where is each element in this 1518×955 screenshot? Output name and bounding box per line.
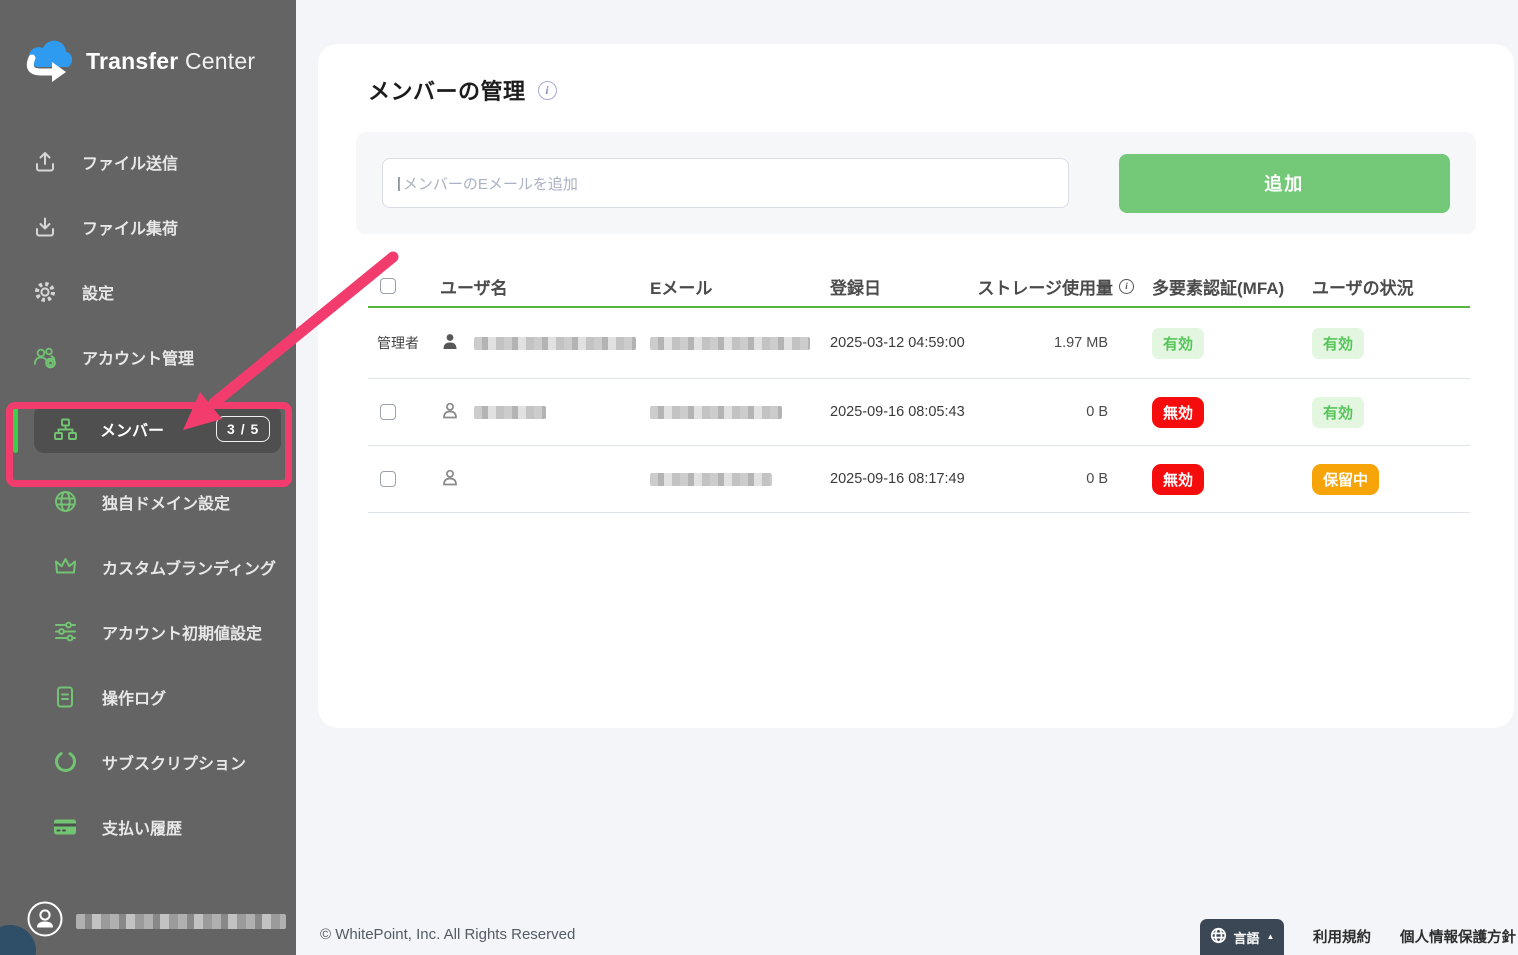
table-header-row: ユーザ名 Eメール 登録日 ストレージ使用量 多要素認証(MFA) ユーザの状況 (368, 266, 1470, 308)
download-icon (32, 214, 58, 240)
col-registered: 登録日 (830, 274, 970, 299)
select-all-checkbox[interactable] (380, 278, 396, 294)
copyright-text: © WhitePoint, Inc. All Rights Reserved (320, 926, 575, 943)
mfa-badge: 有効 (1152, 328, 1204, 359)
sidebar-item-label: カスタムブランディング (102, 555, 276, 579)
table-row-admin: 管理者 2025-03-12 04:59:00 1.97 MB 有効 有効 (368, 308, 1470, 379)
circle-progress-icon (52, 749, 78, 775)
credit-card-icon (52, 814, 78, 840)
email-redacted (650, 473, 772, 486)
sidebar-item-label: 支払い履歴 (102, 815, 182, 839)
sidebar-item-label: サブスクリプション (102, 750, 246, 774)
sidebar-item-label: 独自ドメイン設定 (102, 490, 230, 514)
col-status: ユーザの状況 (1298, 274, 1470, 299)
globe-icon (52, 489, 78, 515)
title-info-icon[interactable] (538, 81, 557, 100)
input-placeholder: メンバーのEメールを追加 (403, 173, 578, 194)
user-email-redacted (76, 914, 286, 929)
members-table: ユーザ名 Eメール 登録日 ストレージ使用量 多要素認証(MFA) ユーザの状況… (368, 266, 1470, 513)
sidebar-item-label: 設定 (82, 280, 114, 304)
language-label: 言語 (1234, 928, 1260, 947)
upload-icon (32, 149, 58, 175)
storage-used: 0 B (970, 471, 1138, 487)
gear-icon (32, 279, 58, 305)
app-logo[interactable]: Transfer Center (0, 0, 296, 87)
globe-icon (1210, 927, 1227, 947)
storage-used: 1.97 MB (970, 335, 1138, 351)
language-button[interactable]: 言語 ▲ (1200, 919, 1284, 955)
page-title: メンバーの管理 (368, 74, 526, 106)
users-gear-icon (32, 344, 58, 370)
org-chart-icon (52, 416, 78, 442)
app-title: Transfer Center (86, 48, 255, 75)
admin-role-label: 管理者 (368, 333, 430, 353)
user-outline-icon (440, 468, 460, 491)
sidebar-item-account-management[interactable]: アカウント管理 (0, 324, 296, 389)
sidebar-item-settings[interactable]: 設定 (0, 259, 296, 324)
mfa-badge: 無効 (1152, 464, 1204, 495)
member-count-badge: 3 / 5 (216, 416, 270, 442)
sidebar-item-custom-domain[interactable]: 独自ドメイン設定 (0, 469, 296, 534)
username-redacted (474, 406, 546, 419)
member-email-input[interactable]: メンバーのEメールを追加 (382, 158, 1069, 208)
sidebar-item-custom-branding[interactable]: カスタムブランディング (0, 534, 296, 599)
sliders-icon (52, 619, 78, 645)
add-member-button[interactable]: 追加 (1119, 154, 1450, 213)
email-redacted (650, 337, 810, 350)
sidebar-item-subscription[interactable]: サブスクリプション (0, 729, 296, 794)
row-checkbox[interactable] (380, 471, 396, 487)
username-redacted (474, 337, 636, 350)
sidebar-item-file-collect[interactable]: ファイル集荷 (0, 194, 296, 259)
email-redacted (650, 406, 782, 419)
sidebar-item-file-send[interactable]: ファイル送信 (0, 129, 296, 194)
member-management-card: メンバーの管理 メンバーのEメールを追加 追加 ユーザ名 Eメール 登録日 スト… (318, 44, 1514, 728)
sidebar-item-label: アカウント初期値設定 (102, 620, 262, 644)
status-badge: 有効 (1312, 328, 1364, 359)
sidebar-item-label: メンバー (100, 417, 164, 441)
status-badge: 有効 (1312, 397, 1364, 428)
registered-date: 2025-03-12 04:59:00 (830, 335, 970, 351)
sidebar-item-label: ファイル送信 (82, 150, 178, 174)
cloud-transfer-logo-icon (24, 36, 76, 87)
main-content: メンバーの管理 メンバーのEメールを追加 追加 ユーザ名 Eメール 登録日 スト… (296, 0, 1518, 955)
sidebar-item-members[interactable]: メンバー 3 / 5 (34, 405, 281, 453)
terms-link[interactable]: 利用規約 (1313, 926, 1371, 947)
add-member-panel: メンバーのEメールを追加 追加 (356, 132, 1476, 234)
document-icon (52, 684, 78, 710)
sidebar-item-operation-log[interactable]: 操作ログ (0, 664, 296, 729)
sidebar-item-label: アカウント管理 (82, 345, 194, 369)
table-row: 2025-09-16 08:17:49 0 B 無効 保留中 (368, 446, 1470, 513)
col-username: ユーザ名 (430, 274, 640, 299)
privacy-link[interactable]: 個人情報保護方針 (1400, 926, 1516, 947)
sidebar: Transfer Center ファイル送信 ファイル集荷 (0, 0, 296, 955)
sidebar-nav: ファイル送信 ファイル集荷 設定 (0, 129, 296, 859)
col-storage: ストレージ使用量 (970, 274, 1138, 299)
registered-date: 2025-09-16 08:05:43 (830, 404, 970, 420)
col-mfa: 多要素認証(MFA) (1138, 274, 1298, 299)
col-email: Eメール (640, 274, 830, 299)
caret-up-icon: ▲ (1267, 932, 1275, 941)
registered-date: 2025-09-16 08:17:49 (830, 471, 970, 487)
sidebar-item-account-defaults[interactable]: アカウント初期値設定 (0, 599, 296, 664)
sidebar-user-account[interactable] (26, 900, 286, 943)
mfa-badge: 無効 (1152, 397, 1204, 428)
storage-info-icon[interactable] (1119, 279, 1134, 294)
crown-icon (52, 554, 78, 580)
storage-used: 0 B (970, 404, 1138, 420)
sidebar-item-label: 操作ログ (102, 685, 166, 709)
row-checkbox[interactable] (380, 404, 396, 420)
user-outline-icon (440, 401, 460, 424)
sidebar-item-label: ファイル集荷 (82, 215, 178, 239)
table-row: 2025-09-16 08:05:43 0 B 無効 有効 (368, 379, 1470, 446)
status-badge: 保留中 (1312, 464, 1379, 495)
active-indicator-bar (13, 405, 18, 453)
user-filled-icon (440, 332, 460, 355)
sidebar-item-payment-history[interactable]: 支払い履歴 (0, 794, 296, 859)
sidebar-active-row: メンバー 3 / 5 (0, 389, 296, 469)
